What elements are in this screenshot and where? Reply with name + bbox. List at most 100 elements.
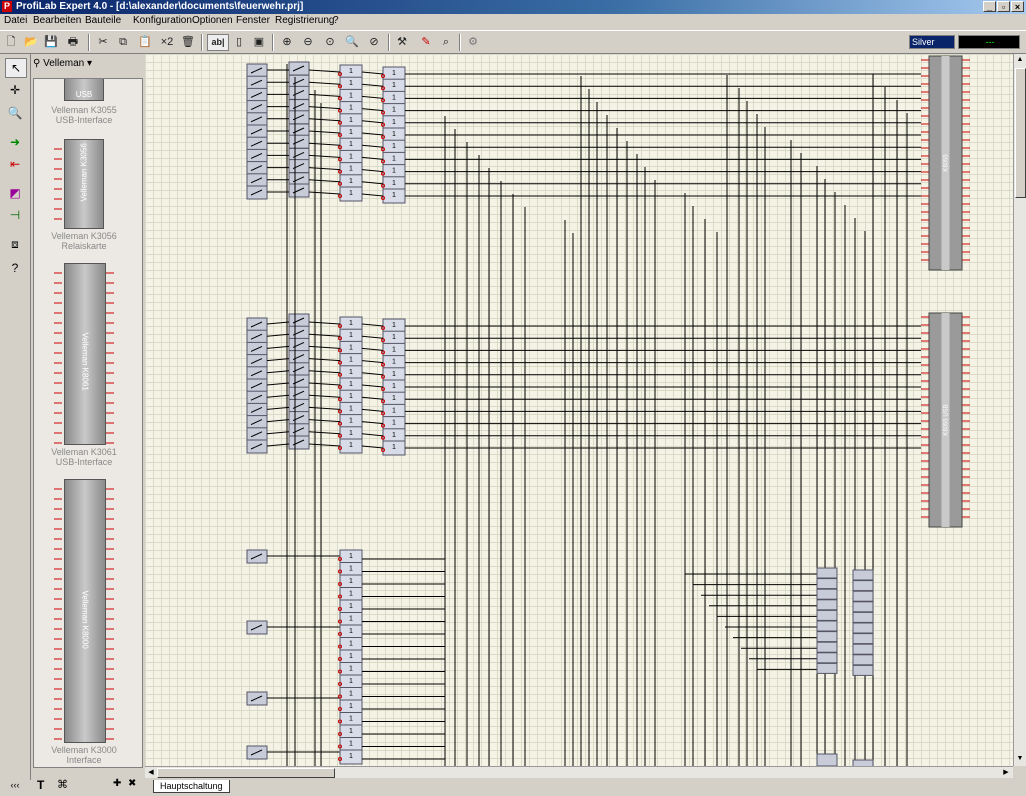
scroll-right-icon[interactable]: ▶ <box>1001 768 1011 778</box>
gate-label[interactable]: 1 <box>392 119 396 126</box>
output-block[interactable] <box>816 620 838 632</box>
gate-label[interactable]: 1 <box>349 653 353 660</box>
horizontal-scroll-thumb[interactable] <box>157 768 335 778</box>
gate-label[interactable]: 1 <box>392 82 396 89</box>
gate-label[interactable]: 1 <box>349 393 353 400</box>
gate-label[interactable]: 1 <box>349 578 353 585</box>
menu-konfiguration[interactable]: Konfiguration <box>133 15 192 26</box>
gate-label[interactable]: 1 <box>392 432 396 439</box>
output-block[interactable] <box>852 643 874 655</box>
gate-label[interactable]: 1 <box>349 418 353 425</box>
run-arrow-icon[interactable]: ➜ <box>5 133 25 151</box>
zoom-reset-icon[interactable]: ⊘ <box>366 34 382 50</box>
gate-label[interactable]: 1 <box>349 129 353 136</box>
delete-icon[interactable]: 🗑 <box>180 34 196 50</box>
gate-label[interactable]: 1 <box>392 94 396 101</box>
library-selector[interactable]: ⚲ Velleman ▾ <box>33 58 141 74</box>
print-icon[interactable]: 🖶 <box>65 34 81 50</box>
gate-label[interactable]: 1 <box>392 180 396 187</box>
output-block[interactable] <box>852 633 874 645</box>
menu-help[interactable]: ? <box>333 15 339 26</box>
gate-label[interactable]: 1 <box>349 332 353 339</box>
output-block[interactable] <box>852 664 874 676</box>
gate-label[interactable]: 1 <box>349 178 353 185</box>
gate-label[interactable]: 1 <box>349 153 353 160</box>
output-block[interactable] <box>852 580 874 592</box>
text-tool-button[interactable]: ab| <box>207 34 229 51</box>
gate-label[interactable]: 1 <box>349 591 353 598</box>
minimize-button[interactable]: _ <box>983 1 996 12</box>
gate-label[interactable]: 1 <box>392 192 396 199</box>
gate-label[interactable]: 1 <box>349 678 353 685</box>
gate-label[interactable]: 1 <box>349 381 353 388</box>
vertical-scroll-thumb[interactable] <box>1015 68 1026 198</box>
schematic-drawing[interactable]: 1 1 1 1 1 1 1 1 1 1 1 1 1 1 1 1 1 1 1 1 1 1 1 1 1 1 1 1 1 1 1 1 1 1 1 1 1 1 1 1… <box>145 54 1013 766</box>
panel-view-icon[interactable]: ▣ <box>251 34 267 50</box>
wire-tool-icon[interactable]: ✎ <box>418 34 434 50</box>
output-block[interactable] <box>816 599 838 611</box>
gate-label[interactable]: 1 <box>349 320 353 327</box>
help-icon[interactable]: ? <box>5 259 25 277</box>
network-icon[interactable]: ⧈ <box>5 235 25 253</box>
output-block[interactable] <box>816 641 838 653</box>
binoculars-icon[interactable]: ⌘ <box>57 778 68 791</box>
page-view-icon[interactable]: ▯ <box>231 34 247 50</box>
output-block[interactable] <box>816 588 838 600</box>
pcb-tool-icon[interactable]: ◩ <box>5 184 25 202</box>
gate-label[interactable]: 1 <box>349 603 353 610</box>
gate-label[interactable]: 1 <box>349 105 353 112</box>
gate-label[interactable]: 1 <box>349 357 353 364</box>
gate-label[interactable]: 1 <box>392 346 396 353</box>
vertical-scrollbar[interactable]: ▲ ▼ <box>1013 54 1026 766</box>
gate-label[interactable]: 1 <box>349 566 353 573</box>
gate-label[interactable]: 1 <box>349 741 353 748</box>
output-block[interactable] <box>816 631 838 643</box>
gate-label[interactable]: 1 <box>392 155 396 162</box>
menu-bauteile[interactable]: Bauteile <box>85 15 121 26</box>
new-file-icon[interactable]: 🗋 <box>3 34 19 50</box>
gate-label[interactable]: 1 <box>392 395 396 402</box>
menu-fenster[interactable]: Fenster <box>236 15 270 26</box>
gate-label[interactable]: 1 <box>349 344 353 351</box>
collapse-icon[interactable]: ‹‹‹ <box>5 776 25 794</box>
maximize-button[interactable]: ▫ <box>997 1 1010 12</box>
gate-label[interactable]: 1 <box>349 68 353 75</box>
menu-datei[interactable]: Datei <box>4 15 27 26</box>
gate-label[interactable]: 1 <box>392 359 396 366</box>
gate-label[interactable]: 1 <box>349 430 353 437</box>
output-block[interactable] <box>852 590 874 602</box>
output-block[interactable] <box>852 654 874 666</box>
gate-label[interactable]: 1 <box>392 107 396 114</box>
gate-label[interactable]: 1 <box>392 70 396 77</box>
gate-label[interactable]: 1 <box>392 334 396 341</box>
gate-label[interactable]: 1 <box>349 641 353 648</box>
gate-label[interactable]: 1 <box>349 369 353 376</box>
paste-icon[interactable]: 📋 <box>137 34 153 50</box>
zoom-fit-icon[interactable]: ⊙ <box>322 34 338 50</box>
gate-label[interactable]: 1 <box>349 141 353 148</box>
open-folder-icon[interactable]: 📂 <box>23 34 39 50</box>
duplicate-icon[interactable]: ×2 <box>159 34 175 50</box>
gate-label[interactable]: 1 <box>349 753 353 760</box>
gate-label[interactable]: 1 <box>349 190 353 197</box>
gate-label[interactable]: 1 <box>392 131 396 138</box>
gate-label[interactable]: 1 <box>349 716 353 723</box>
gate-label[interactable]: 1 <box>392 407 396 414</box>
gate-label[interactable]: 1 <box>349 92 353 99</box>
gate-label[interactable]: 1 <box>349 166 353 173</box>
output-block[interactable] <box>816 652 838 664</box>
output-block[interactable] <box>816 567 838 579</box>
menu-registrierung[interactable]: Registrierung <box>275 15 334 26</box>
copy-icon[interactable]: ⧉ <box>115 34 131 50</box>
output-block[interactable] <box>816 609 838 621</box>
gate-label[interactable]: 1 <box>392 444 396 451</box>
output-block[interactable] <box>852 611 874 623</box>
scroll-up-icon[interactable]: ▲ <box>1015 55 1025 65</box>
gate-label[interactable]: 1 <box>349 117 353 124</box>
select-pointer-icon[interactable]: ↖ <box>5 58 27 78</box>
style-combo[interactable]: Silver <box>909 35 955 49</box>
transistor-icon[interactable]: ⊣ <box>5 206 25 224</box>
output-block[interactable] <box>852 622 874 634</box>
output-block[interactable] <box>816 753 838 766</box>
schematic-canvas[interactable]: 1 1 1 1 1 1 1 1 1 1 1 1 1 1 1 1 1 1 1 1 1 1 1 1 1 1 1 1 1 1 1 1 1 1 1 1 1 1 1 1… <box>145 54 1013 766</box>
